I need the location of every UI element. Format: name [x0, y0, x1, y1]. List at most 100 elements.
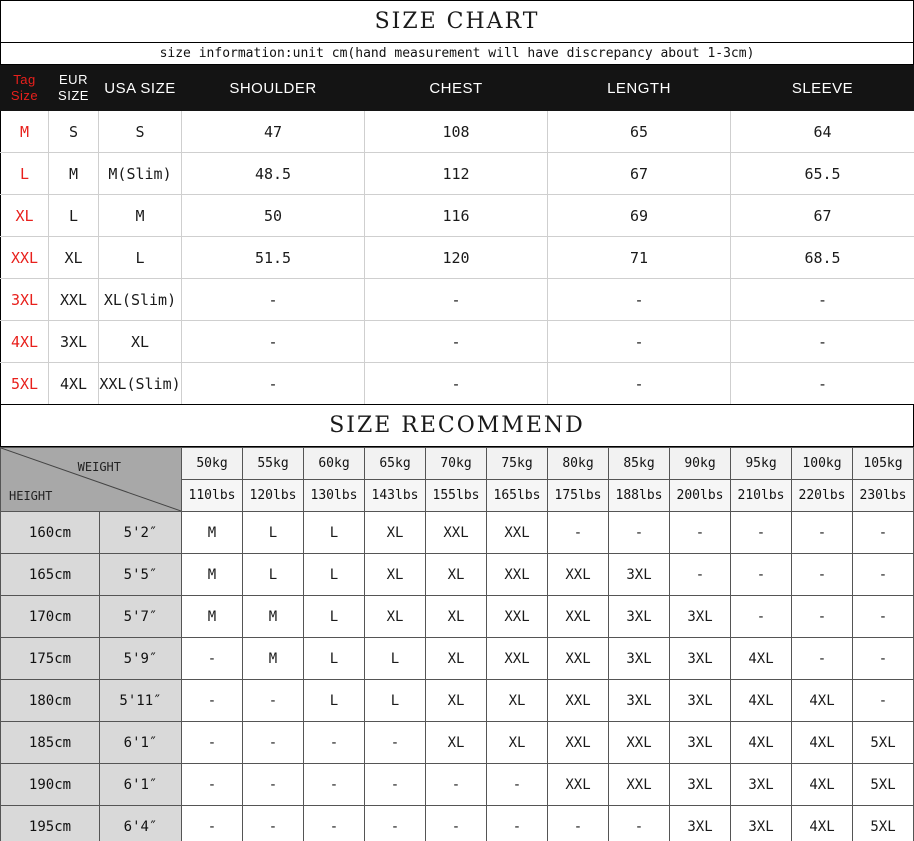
recommend-cell: -: [730, 595, 792, 638]
weight-lbs-header: 165lbs: [486, 479, 548, 512]
recommend-cell: 4XL: [730, 679, 792, 722]
recommend-cell: XXL: [608, 763, 670, 806]
height-ft-cell: 5'7″: [99, 595, 182, 638]
cell-eur: 3XL: [48, 320, 99, 363]
recommend-cell: 3XL: [608, 595, 670, 638]
recommend-cell: L: [303, 679, 365, 722]
recommend-cell: -: [486, 763, 548, 806]
recommend-cell: M: [181, 595, 243, 638]
height-ft-cell: 5'11″: [99, 679, 182, 722]
recommend-cell: -: [181, 679, 243, 722]
recommend-cell: XL: [425, 679, 487, 722]
size-recommend-body: 160cm 5'2″ M L L XL XXL XXL - - - - - -165cm 5'5″ M L L XL…: [0, 511, 914, 841]
recommend-cell: -: [791, 595, 853, 638]
table-row: 5XL 4XL XXL(Slim) - - - -: [0, 362, 914, 405]
cell-shoulder: 48.5: [181, 152, 365, 195]
cell-eur: M: [48, 152, 99, 195]
weight-lbs-header: 155lbs: [425, 479, 487, 512]
weight-lbs-header: 130lbs: [303, 479, 365, 512]
cell-chest: 112: [364, 152, 548, 195]
cell-usa: S: [98, 110, 182, 153]
recommend-cell: XXL: [547, 763, 609, 806]
recommend-cell: 3XL: [608, 637, 670, 680]
height-ft-cell: 6'1″: [99, 763, 182, 806]
recommend-cell: -: [364, 721, 426, 764]
recommend-cell: -: [852, 553, 914, 596]
cell-shoulder: 51.5: [181, 236, 365, 279]
recommend-cell: -: [669, 553, 731, 596]
recommend-cell: 3XL: [669, 595, 731, 638]
recommend-cell: XL: [425, 637, 487, 680]
height-cm-cell: 175cm: [0, 637, 100, 680]
recommend-cell: -: [425, 805, 487, 841]
recommend-cell: -: [181, 805, 243, 841]
cell-eur: 4XL: [48, 362, 99, 405]
recommend-cell: -: [242, 763, 304, 806]
weight-lbs-header: 110lbs: [181, 479, 243, 512]
recommend-cell: XL: [425, 721, 487, 764]
recommend-cell: 5XL: [852, 721, 914, 764]
recommend-cell: -: [852, 679, 914, 722]
weight-kg-header: 90kg: [669, 447, 731, 480]
recommend-cell: -: [486, 805, 548, 841]
recommend-cell: XL: [364, 595, 426, 638]
cell-length: 67: [547, 152, 731, 195]
recommend-cell: 4XL: [730, 721, 792, 764]
height-ft-cell: 6'4″: [99, 805, 182, 841]
cell-length: -: [547, 320, 731, 363]
cell-usa: L: [98, 236, 182, 279]
column-header-eur-size: EUR SIZE: [48, 65, 99, 111]
column-header-usa-size: USA SIZE: [98, 65, 182, 111]
size-recommend-row: 195cm 6'4″ - - - - - - - -3XL 3XL 4XL 5XL: [0, 805, 914, 841]
recommend-cell: 4XL: [791, 763, 853, 806]
recommend-cell: L: [303, 637, 365, 680]
size-recommend-row: 185cm 6'1″ - - - - XL XL XXL XXL 3XL 4XL 4XL 5XL: [0, 721, 914, 764]
weight-kg-header: 60kg: [303, 447, 365, 480]
weight-lbs-header: 120lbs: [242, 479, 304, 512]
height-ft-cell: 5'2″: [99, 511, 182, 554]
cell-eur: XXL: [48, 278, 99, 321]
recommend-cell: XXL: [547, 637, 609, 680]
recommend-cell: XXL: [547, 679, 609, 722]
recommend-cell: L: [303, 511, 365, 554]
cell-length: 65: [547, 110, 731, 153]
table-row: L M M(Slim) 48.5 112 67 65.5: [0, 152, 914, 195]
weight-lbs-header: 143lbs: [364, 479, 426, 512]
height-cm-cell: 170cm: [0, 595, 100, 638]
cell-chest: 116: [364, 194, 548, 237]
recommend-cell: M: [181, 511, 243, 554]
column-header-chest: CHEST: [364, 65, 548, 111]
weight-lbs-header: 220lbs: [791, 479, 853, 512]
recommend-cell: M: [181, 553, 243, 596]
recommend-cell: -: [364, 763, 426, 806]
cell-tag: M: [0, 110, 49, 153]
weight-kg-header: 50kg: [181, 447, 243, 480]
size-recommend-row: 170cm 5'7″ M M L XL XL XXL XXL 3XL 3XL - - -: [0, 595, 914, 638]
recommend-cell: -: [425, 763, 487, 806]
height-ft-cell: 6'1″: [99, 721, 182, 764]
recommend-cell: XXL: [486, 637, 548, 680]
height-cm-cell: 195cm: [0, 805, 100, 841]
size-chart-title: SIZE CHART: [374, 9, 540, 34]
recommend-cell: XL: [364, 511, 426, 554]
recommend-cell: -: [608, 805, 670, 841]
recommend-cell: -: [547, 805, 609, 841]
weight-kg-header-row: WEIGHT HEIGHT 50kg 55kg 60kg 65kg 70kg 75kg 80…: [0, 447, 914, 512]
weight-kg-header: 95kg: [730, 447, 792, 480]
recommend-cell: -: [791, 553, 853, 596]
recommend-cell: XXL: [486, 553, 548, 596]
recommend-cell: -: [547, 511, 609, 554]
cell-eur: L: [48, 194, 99, 237]
recommend-cell: 4XL: [791, 805, 853, 841]
height-cm-cell: 165cm: [0, 553, 100, 596]
recommend-cell: 4XL: [791, 721, 853, 764]
size-chart-page: SIZE CHART size information:unit cm(hand…: [0, 0, 914, 841]
cell-sleeve: 68.5: [730, 236, 914, 279]
recommend-cell: L: [242, 511, 304, 554]
weight-kg-header: 105kg: [852, 447, 914, 480]
cell-tag: XL: [0, 194, 49, 237]
recommend-cell: XXL: [608, 721, 670, 764]
recommend-cell: XXL: [547, 595, 609, 638]
height-cm-cell: 190cm: [0, 763, 100, 806]
table-row: 3XL XXL XL(Slim) - - - -: [0, 278, 914, 321]
